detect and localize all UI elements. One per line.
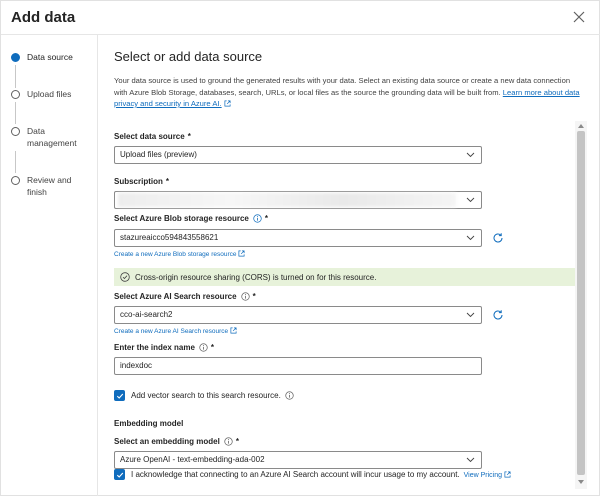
data-source-dropdown[interactable]: Upload files (preview) bbox=[114, 146, 482, 164]
blob-storage-dropdown[interactable]: stazureaicco594843558621 bbox=[114, 229, 482, 247]
step-connector bbox=[15, 65, 16, 88]
create-search-link[interactable]: Create a new Azure AI Search resource bbox=[114, 327, 237, 335]
index-name-input[interactable]: indexdoc bbox=[114, 357, 482, 375]
description-text: Your data source is used to ground the g… bbox=[114, 76, 571, 97]
label-text: Select an embedding model bbox=[114, 437, 220, 446]
scrollbar-thumb[interactable] bbox=[577, 131, 585, 475]
step-upload-files[interactable]: Upload files bbox=[11, 88, 87, 100]
scroll-down-arrow-icon[interactable] bbox=[577, 479, 585, 485]
dropdown-value: stazureaicco594843558621 bbox=[120, 233, 219, 242]
acknowledge-checkbox[interactable] bbox=[114, 469, 125, 480]
info-icon[interactable] bbox=[285, 391, 294, 400]
stepper-divider bbox=[97, 35, 98, 496]
refresh-icon[interactable] bbox=[492, 309, 504, 321]
link-text: Create a new Azure AI Search resource bbox=[114, 328, 229, 335]
required-marker: * bbox=[235, 437, 239, 446]
chevron-down-icon bbox=[466, 235, 475, 241]
step-label: Upload files bbox=[27, 89, 72, 99]
ai-search-label: Select Azure AI Search resource * bbox=[114, 292, 256, 301]
required-marker: * bbox=[210, 343, 215, 352]
checkmark-icon bbox=[116, 393, 123, 399]
scroll-up-arrow-icon[interactable] bbox=[577, 123, 585, 129]
external-link-icon bbox=[224, 100, 231, 107]
checkbox-label: Add vector search to this search resourc… bbox=[131, 391, 281, 400]
cors-success-banner: Cross-origin resource sharing (CORS) is … bbox=[114, 268, 576, 286]
step-label: Review and finish bbox=[27, 175, 72, 197]
step-indicator-icon bbox=[11, 176, 20, 185]
banner-text: Cross-origin resource sharing (CORS) is … bbox=[135, 272, 377, 282]
dropdown-value: Upload files (preview) bbox=[120, 150, 197, 159]
info-icon[interactable] bbox=[199, 343, 208, 352]
ai-search-dropdown[interactable]: cco-ai-search2 bbox=[114, 306, 482, 324]
step-indicator-icon bbox=[11, 90, 20, 99]
view-pricing-link[interactable]: View Pricing bbox=[464, 471, 511, 479]
info-icon[interactable] bbox=[240, 292, 250, 301]
label-text: Select Azure Blob storage resource bbox=[114, 214, 249, 223]
vector-search-checkbox-row: Add vector search to this search resourc… bbox=[114, 390, 294, 401]
embedding-model-dropdown[interactable]: Azure OpenAI - text-embedding-ada-002 bbox=[114, 451, 482, 469]
label-text: Select data source bbox=[114, 132, 185, 141]
checkmark-circle-icon bbox=[120, 272, 130, 282]
step-review-finish[interactable]: Review and finish bbox=[11, 174, 87, 198]
description: Your data source is used to ground the g… bbox=[114, 75, 584, 110]
subscription-label: Subscription * bbox=[114, 177, 169, 186]
step-connector bbox=[15, 102, 16, 124]
label-text: Select Azure AI Search resource bbox=[114, 292, 237, 301]
main-content: Select or add data source Your data sour… bbox=[114, 35, 589, 496]
page-title: Select or add data source bbox=[114, 49, 263, 64]
info-icon[interactable] bbox=[224, 437, 233, 446]
index-name-label: Enter the index name * bbox=[114, 343, 214, 352]
chevron-down-icon bbox=[466, 197, 475, 203]
subscription-dropdown[interactable] bbox=[114, 191, 482, 209]
info-icon[interactable] bbox=[253, 214, 262, 223]
redacted-value bbox=[118, 193, 456, 207]
label-text: Subscription bbox=[114, 177, 163, 186]
dropdown-value: Azure OpenAI - text-embedding-ada-002 bbox=[120, 455, 265, 464]
input-value: indexdoc bbox=[120, 361, 153, 370]
label-text: Enter the index name bbox=[114, 343, 195, 352]
required-marker: * bbox=[187, 132, 191, 141]
dropdown-value: cco-ai-search2 bbox=[120, 310, 173, 319]
data-source-label: Select data source * bbox=[114, 132, 191, 141]
create-blob-link[interactable]: Create a new Azure Blob storage resource bbox=[114, 250, 245, 258]
step-connector bbox=[15, 151, 16, 173]
external-link-icon bbox=[504, 471, 511, 477]
required-marker: * bbox=[252, 292, 256, 301]
add-data-dialog: Add data Data source Upload files Data m… bbox=[0, 0, 600, 496]
vector-search-checkbox[interactable] bbox=[114, 390, 125, 401]
acknowledge-checkbox-row: I acknowledge that connecting to an Azur… bbox=[114, 469, 511, 480]
blob-storage-label: Select Azure Blob storage resource * bbox=[114, 214, 268, 223]
external-link-icon bbox=[239, 250, 245, 257]
dialog-title: Add data bbox=[11, 9, 76, 26]
step-data-management[interactable]: Data management bbox=[11, 125, 87, 149]
step-indicator-icon bbox=[11, 53, 20, 62]
required-marker: * bbox=[264, 214, 268, 223]
required-marker: * bbox=[165, 177, 170, 186]
step-data-source[interactable]: Data source bbox=[11, 51, 87, 63]
link-text: View Pricing bbox=[463, 471, 503, 479]
step-label: Data management bbox=[27, 126, 77, 148]
embedding-model-label: Select an embedding model * bbox=[114, 437, 239, 446]
embedding-section-heading: Embedding model bbox=[114, 419, 184, 428]
step-label: Data source bbox=[27, 52, 73, 62]
close-icon[interactable] bbox=[571, 9, 587, 25]
chevron-down-icon bbox=[466, 152, 475, 158]
checkmark-icon bbox=[116, 472, 123, 478]
chevron-down-icon bbox=[466, 457, 475, 463]
chevron-down-icon bbox=[466, 312, 475, 318]
checkbox-label: I acknowledge that connecting to an Azur… bbox=[131, 470, 460, 479]
refresh-icon[interactable] bbox=[492, 232, 504, 244]
step-indicator-icon bbox=[11, 127, 20, 136]
link-text: Create a new Azure Blob storage resource bbox=[114, 251, 237, 258]
external-link-icon bbox=[230, 327, 237, 334]
